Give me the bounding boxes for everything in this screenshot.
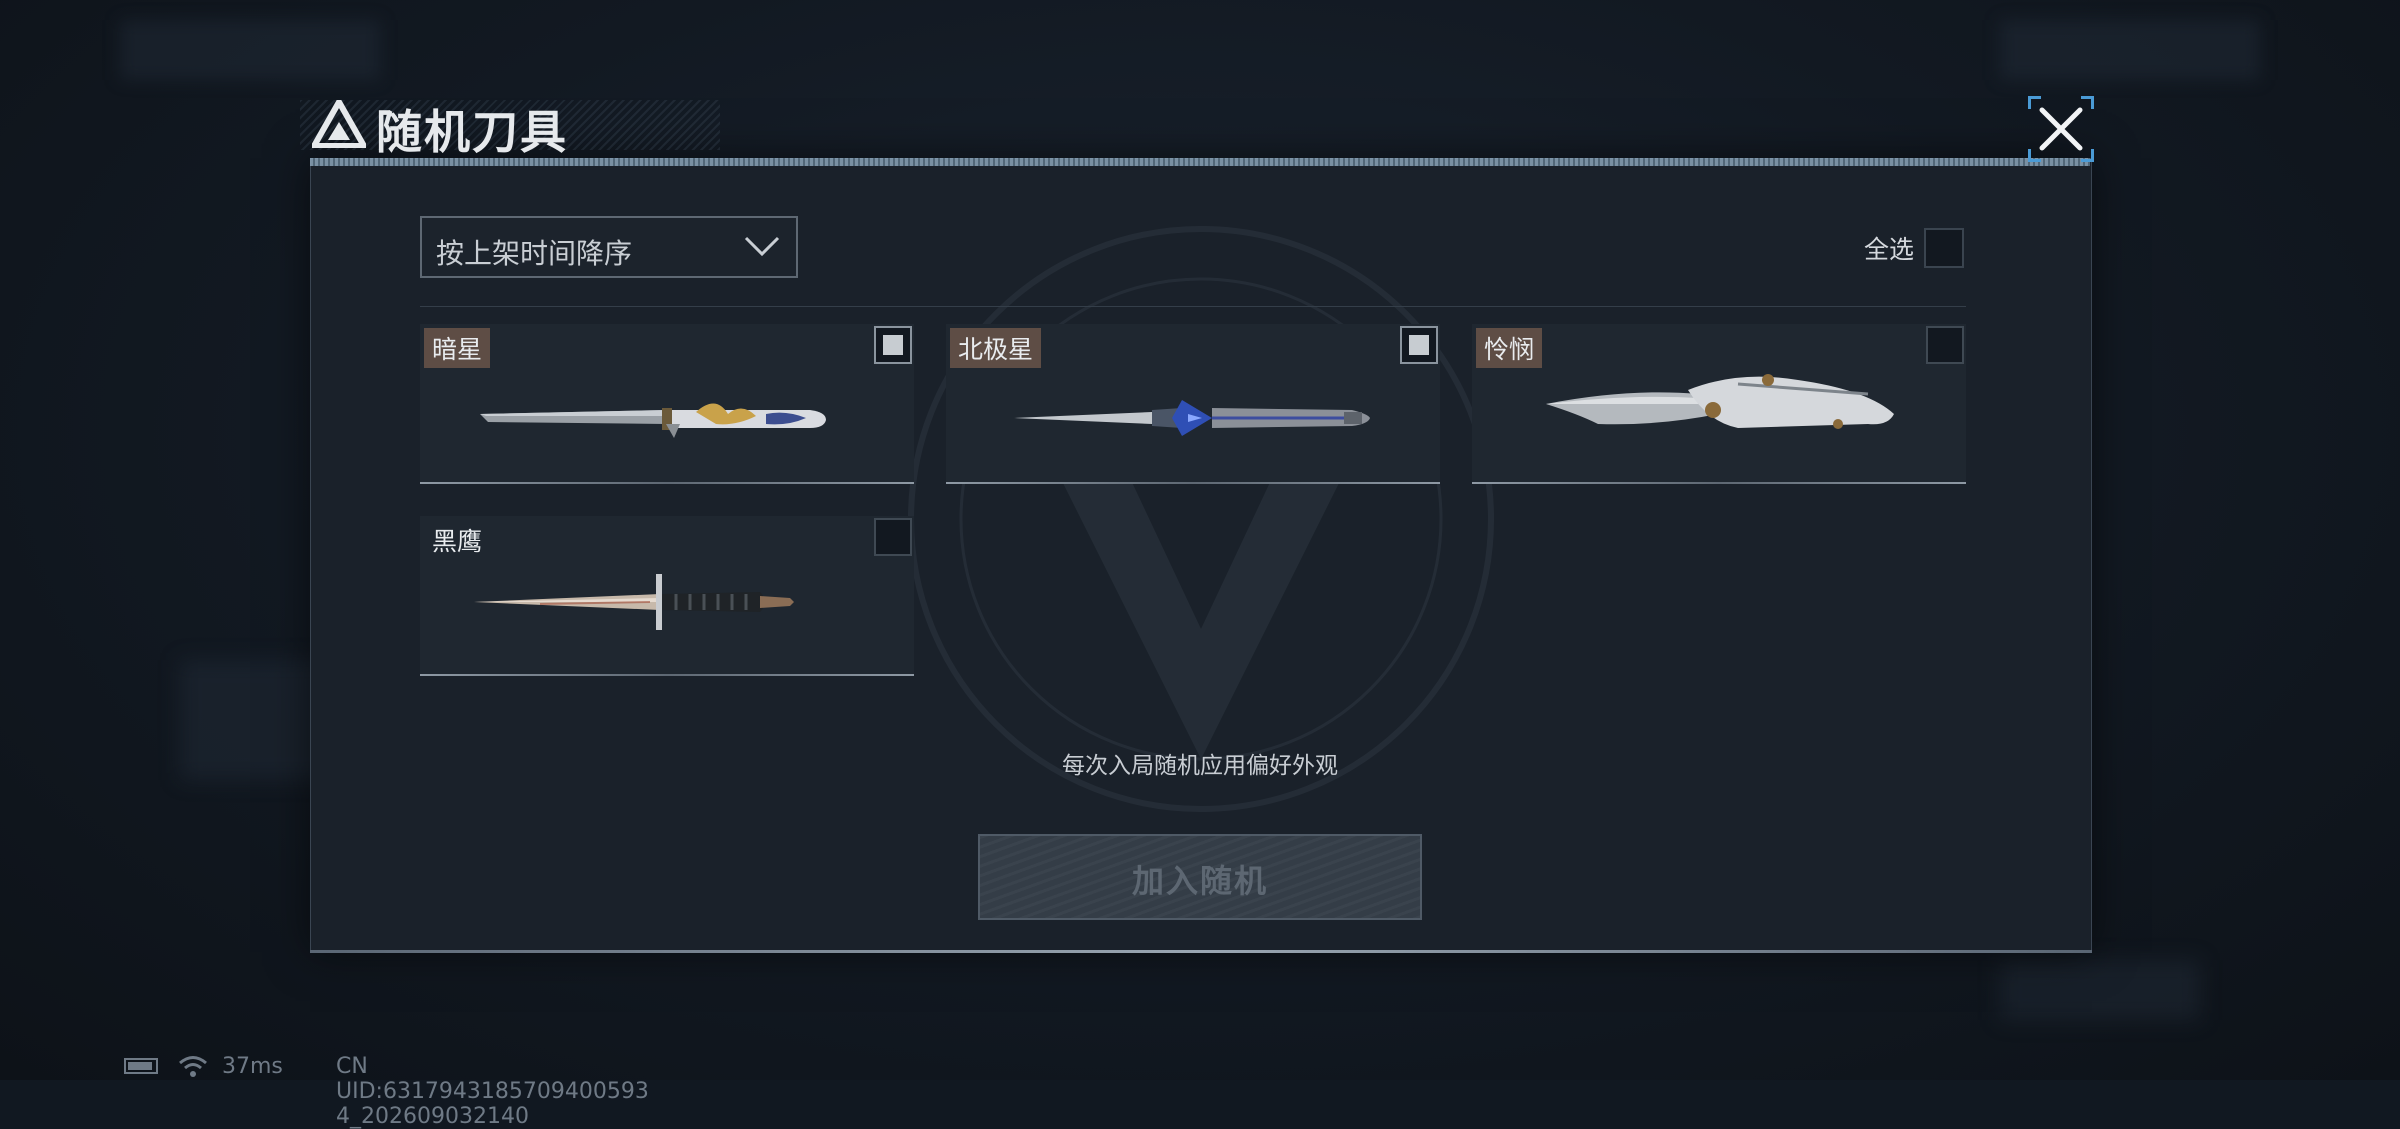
background-blur <box>120 20 380 80</box>
uid-text: CN UID:6317943185709400593​4_20260903214… <box>336 1054 649 1129</box>
add-to-random-label: 加入随机 <box>1131 862 1268 900</box>
add-to-random-button[interactable]: 加入随机 <box>978 834 1422 920</box>
card-base-line <box>420 482 914 484</box>
toolbar-divider <box>420 306 1966 307</box>
knife-card[interactable]: 怜悯 <box>1472 324 1966 484</box>
background-blur <box>2000 960 2200 1020</box>
close-bracket <box>2081 149 2094 162</box>
knife-name-tag: 黑鹰 <box>432 527 483 556</box>
knife-name-tag: 暗星 <box>424 328 491 368</box>
knife-card[interactable]: 北极星 <box>946 324 1440 484</box>
wifi-icon <box>179 1056 207 1077</box>
background-emblem-icon <box>908 226 1494 812</box>
sort-dropdown[interactable]: 按上架时间降序 <box>420 216 798 278</box>
ping-text: 37ms <box>222 1054 283 1079</box>
hint-text: 每次入局随机应用偏好外观 <box>1062 753 1338 779</box>
close-bracket <box>2081 96 2094 109</box>
knife-name-tag: 怜悯 <box>1476 328 1543 368</box>
title-bar-line <box>310 158 2090 166</box>
knife-checkbox[interactable] <box>874 326 912 364</box>
card-base-line <box>420 674 914 676</box>
logo-icon <box>312 100 366 148</box>
background-blur <box>2000 20 2260 80</box>
knife-checkbox[interactable] <box>874 518 912 556</box>
card-base-line <box>946 482 1440 484</box>
close-bracket <box>2028 149 2041 162</box>
select-all-label: 全选 <box>1864 235 1915 264</box>
knife-card[interactable]: 黑鹰 <box>420 516 914 676</box>
card-base-line <box>1472 482 1966 484</box>
blue-stiletto-icon <box>1014 400 1370 436</box>
title-strip <box>300 100 2090 158</box>
knife-name-tag: 北极星 <box>950 328 1042 368</box>
folding-knife-icon <box>1546 374 1894 429</box>
battery-icon <box>124 1058 158 1074</box>
close-bracket <box>2028 96 2041 109</box>
chevron-down-icon <box>744 236 780 257</box>
knife-checkbox[interactable] <box>1926 326 1964 364</box>
dialog-bottom-line <box>310 950 2092 953</box>
select-all-checkbox[interactable] <box>1924 228 1964 268</box>
close-button[interactable] <box>2028 96 2094 162</box>
knife-checkbox[interactable] <box>1400 326 1438 364</box>
dialog-title: 随机刀具 <box>376 105 568 159</box>
knife-card[interactable]: 暗星 <box>420 324 914 484</box>
sort-dropdown-label: 按上架时间降序 <box>436 237 633 270</box>
gold-dagger-icon <box>480 403 826 438</box>
combat-knife-icon <box>474 574 794 630</box>
